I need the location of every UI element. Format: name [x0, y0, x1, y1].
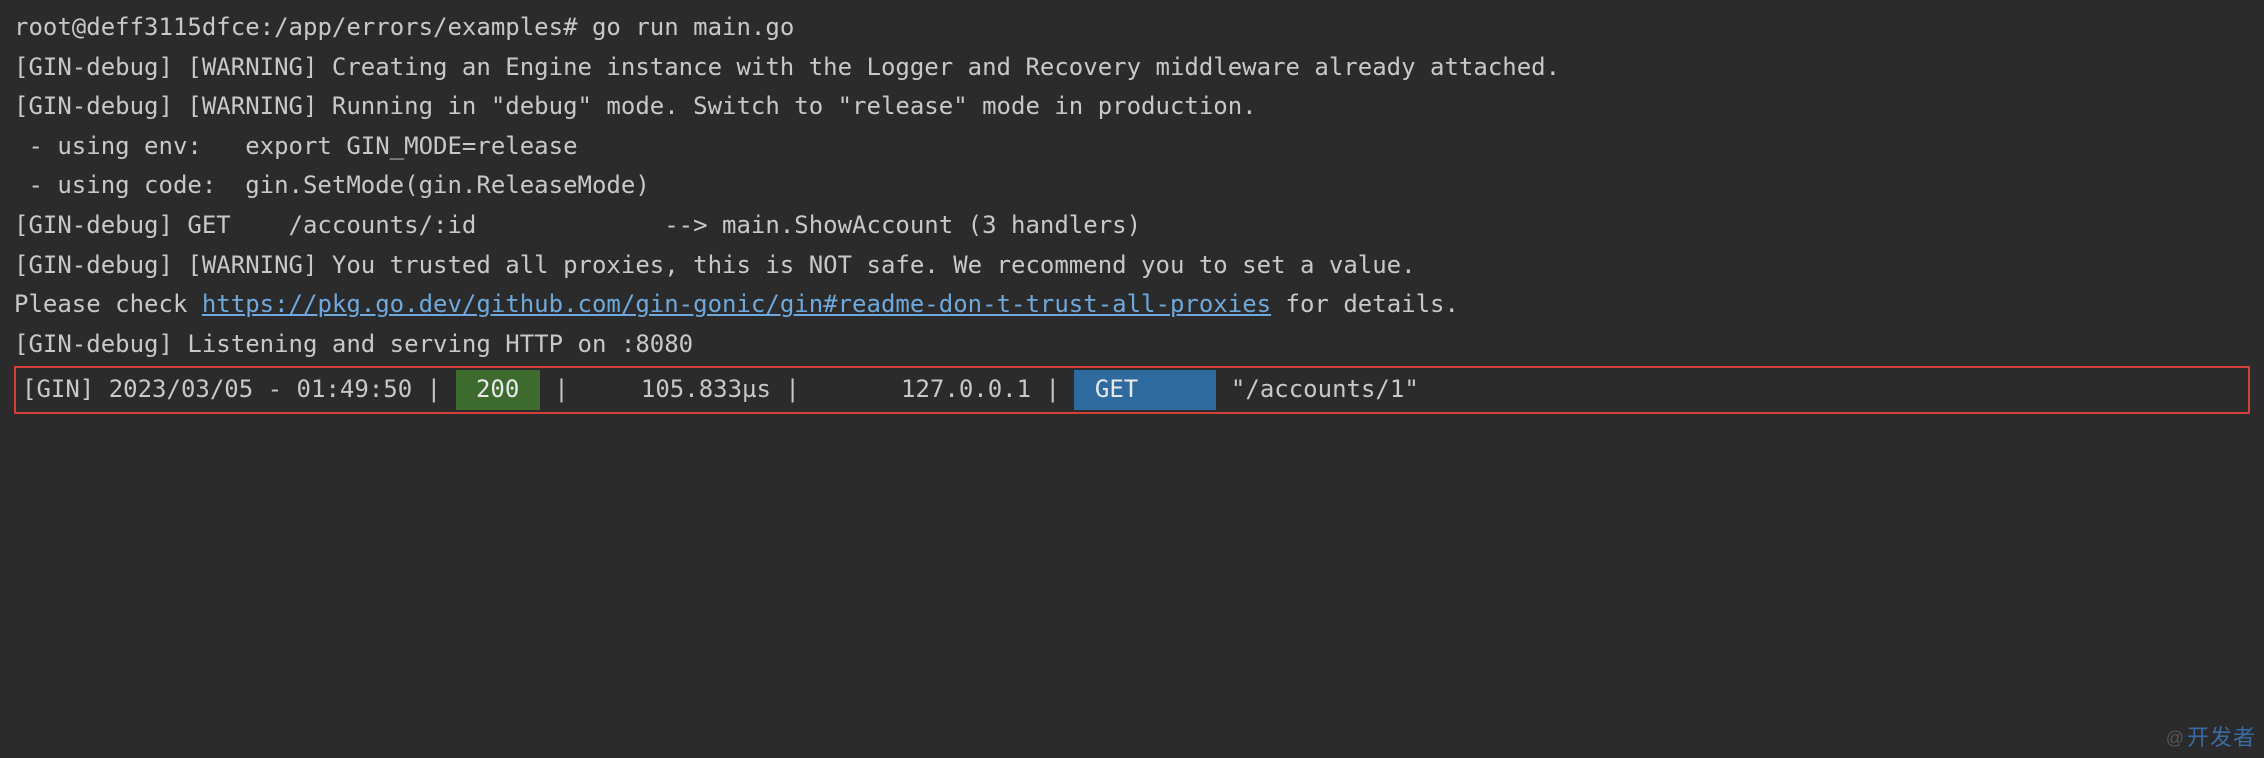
check-pre: Please check [14, 290, 202, 318]
request-ip: 127.0.0.1 [901, 370, 1031, 410]
watermark-at: @ [2166, 728, 2185, 748]
request-path: "/accounts/1" [1231, 370, 1419, 410]
output-line: - using env: export GIN_MODE=release [14, 127, 2250, 167]
prompt-path: /app/errors/examples [274, 13, 563, 41]
output-line: [GIN-debug] [WARNING] Creating an Engine… [14, 48, 2250, 88]
request-latency: 105.833µs [641, 370, 771, 410]
request-log-line: [GIN] 2023/03/05 - 01:49:50 | 200 | 105.… [14, 366, 2250, 414]
request-prefix: [GIN] [22, 370, 109, 410]
prompt-command: go run main.go [592, 13, 794, 41]
output-line: [GIN-debug] GET /accounts/:id --> main.S… [14, 206, 2250, 246]
prompt-user-host: root@deff3115dfce [14, 13, 260, 41]
check-post: for details. [1271, 290, 1459, 318]
watermark: @开发者 [2166, 720, 2256, 756]
request-timestamp: 2023/03/05 - 01:49:50 [109, 370, 412, 410]
watermark-text: 开发者 [2187, 725, 2256, 750]
status-badge: 200 [456, 370, 540, 410]
method-badge: GET [1074, 370, 1216, 410]
output-line: [GIN-debug] [WARNING] You trusted all pr… [14, 246, 2250, 286]
output-line: [GIN-debug] [WARNING] Running in "debug"… [14, 87, 2250, 127]
output-line: [GIN-debug] Listening and serving HTTP o… [14, 325, 2250, 365]
output-line: Please check https://pkg.go.dev/github.c… [14, 285, 2250, 325]
prompt-line: root@deff3115dfce:/app/errors/examples# … [14, 8, 2250, 48]
prompt-symbol: # [563, 13, 577, 41]
proxies-doc-link[interactable]: https://pkg.go.dev/github.com/gin-gonic/… [202, 290, 1271, 318]
output-line: - using code: gin.SetMode(gin.ReleaseMod… [14, 166, 2250, 206]
